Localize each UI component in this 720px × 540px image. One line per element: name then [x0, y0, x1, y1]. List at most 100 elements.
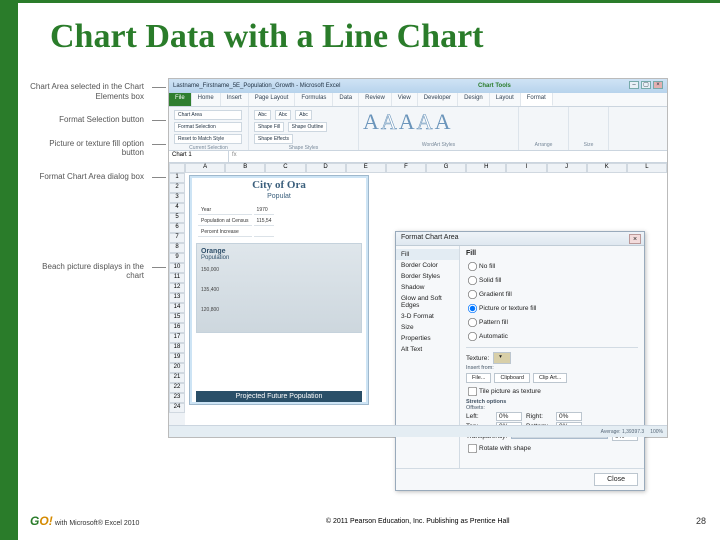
side-shadow[interactable]: Shadow	[396, 282, 459, 293]
select-all-cell[interactable]	[169, 163, 185, 173]
row-23[interactable]: 23	[169, 393, 185, 403]
sheet-body[interactable]: City of Ora Populat Year1970 Population …	[185, 173, 667, 425]
col-B[interactable]: B	[225, 163, 265, 173]
reset-style-button[interactable]: Reset to Match Style	[174, 134, 242, 144]
col-K[interactable]: K	[587, 163, 627, 173]
row-14[interactable]: 14	[169, 303, 185, 313]
shape-style-1[interactable]: Abc	[254, 110, 271, 120]
zoom-level[interactable]: 100%	[650, 429, 663, 435]
tab-file[interactable]: File	[169, 93, 192, 106]
name-box[interactable]: Chart 1	[169, 151, 229, 162]
side-fill[interactable]: Fill	[396, 249, 459, 260]
row-8[interactable]: 8	[169, 243, 185, 253]
row-1[interactable]: 1	[169, 173, 185, 183]
tab-formulas[interactable]: Formulas	[295, 93, 333, 106]
cell-pct-label: Percent Increase	[198, 228, 252, 237]
row-18[interactable]: 18	[169, 343, 185, 353]
row-2[interactable]: 2	[169, 183, 185, 193]
format-selection-button[interactable]: Format Selection	[174, 122, 242, 132]
formula-bar[interactable]: fx	[229, 151, 667, 162]
side-size[interactable]: Size	[396, 322, 459, 333]
row-15[interactable]: 15	[169, 313, 185, 323]
col-D[interactable]: D	[306, 163, 346, 173]
offset-right-input[interactable]: 0%	[556, 412, 582, 421]
maximize-button[interactable]: ▢	[641, 81, 651, 89]
row-7[interactable]: 7	[169, 233, 185, 243]
tab-data[interactable]: Data	[333, 93, 359, 106]
row-4[interactable]: 4	[169, 203, 185, 213]
tab-developer[interactable]: Developer	[418, 93, 458, 106]
row-20[interactable]: 20	[169, 363, 185, 373]
wordart-gallery[interactable]: AAAAA	[363, 109, 514, 135]
tab-layout[interactable]: Layout	[490, 93, 521, 106]
radio-picture-texture[interactable]: Picture or texture fill	[466, 302, 638, 315]
ribbon-group-wordart: AAAAA WordArt Styles	[359, 107, 519, 150]
row-19[interactable]: 19	[169, 353, 185, 363]
row-12[interactable]: 12	[169, 283, 185, 293]
col-F[interactable]: F	[386, 163, 426, 173]
radio-gradient[interactable]: Gradient fill	[466, 288, 638, 301]
row-21[interactable]: 21	[169, 373, 185, 383]
dialog-close-button[interactable]: Close	[594, 473, 638, 486]
close-button[interactable]: ×	[653, 81, 663, 89]
radio-no-fill[interactable]: No fill	[466, 260, 638, 273]
shape-style-2[interactable]: Abc	[275, 110, 292, 120]
radio-solid[interactable]: Solid fill	[466, 274, 638, 287]
row-13[interactable]: 13	[169, 293, 185, 303]
col-E[interactable]: E	[346, 163, 386, 173]
shape-fill-button[interactable]: Shape Fill	[254, 122, 284, 132]
col-J[interactable]: J	[547, 163, 587, 173]
tab-home[interactable]: Home	[192, 93, 221, 106]
side-alt[interactable]: Alt Text	[396, 344, 459, 355]
side-3d[interactable]: 3-D Format	[396, 311, 459, 322]
minimize-button[interactable]: –	[629, 81, 639, 89]
row-9[interactable]: 9	[169, 253, 185, 263]
ribbon: Chart Area Format Selection Reset to Mat…	[169, 107, 667, 151]
col-H[interactable]: H	[466, 163, 506, 173]
offsets-label: Offsets:	[466, 405, 638, 411]
shape-effects-button[interactable]: Shape Effects	[254, 134, 293, 144]
insert-clipboard-button[interactable]: Clipboard	[494, 373, 530, 383]
rotate-checkbox[interactable]: Rotate with shape	[466, 442, 638, 455]
dialog-titlebar[interactable]: Format Chart Area ×	[396, 232, 644, 246]
row-22[interactable]: 22	[169, 383, 185, 393]
row-3[interactable]: 3	[169, 193, 185, 203]
row-16[interactable]: 16	[169, 323, 185, 333]
row-11[interactable]: 11	[169, 273, 185, 283]
chart-elements-dropdown[interactable]: Chart Area	[174, 110, 242, 120]
dialog-close-icon[interactable]: ×	[629, 234, 641, 244]
offset-left-input[interactable]: 0%	[496, 412, 522, 421]
tile-checkbox[interactable]: Tile picture as texture	[466, 385, 638, 398]
col-C[interactable]: C	[265, 163, 305, 173]
insert-clipart-button[interactable]: Clip Art...	[533, 373, 567, 383]
embedded-chart[interactable]: City of Ora Populat Year1970 Population …	[189, 175, 369, 405]
tab-format[interactable]: Format	[521, 93, 553, 106]
texture-dropdown[interactable]: ▾	[493, 352, 511, 364]
row-5[interactable]: 5	[169, 213, 185, 223]
radio-pattern[interactable]: Pattern fill	[466, 316, 638, 329]
tab-view[interactable]: View	[392, 93, 418, 106]
format-chart-area-dialog: Format Chart Area × Fill Border Color Bo…	[395, 231, 645, 491]
side-border-styles[interactable]: Border Styles	[396, 271, 459, 282]
shape-outline-button[interactable]: Shape Outline	[288, 122, 328, 132]
side-border-color[interactable]: Border Color	[396, 260, 459, 271]
col-G[interactable]: G	[426, 163, 466, 173]
tab-insert[interactable]: Insert	[221, 93, 249, 106]
ribbon-group-arrange: Arrange	[519, 107, 569, 150]
side-glow[interactable]: Glow and Soft Edges	[396, 293, 459, 311]
insert-file-button[interactable]: File...	[466, 373, 491, 383]
row-24[interactable]: 24	[169, 403, 185, 413]
row-17[interactable]: 17	[169, 333, 185, 343]
tab-page-layout[interactable]: Page Layout	[249, 93, 296, 106]
tab-design[interactable]: Design	[458, 93, 490, 106]
callout-column: Chart Area selected in the Chart Element…	[30, 82, 150, 295]
col-I[interactable]: I	[506, 163, 546, 173]
row-6[interactable]: 6	[169, 223, 185, 233]
col-A[interactable]: A	[185, 163, 225, 173]
col-L[interactable]: L	[627, 163, 667, 173]
row-10[interactable]: 10	[169, 263, 185, 273]
side-properties[interactable]: Properties	[396, 333, 459, 344]
tab-review[interactable]: Review	[359, 93, 392, 106]
radio-automatic[interactable]: Automatic	[466, 330, 638, 343]
shape-style-3[interactable]: Abc	[295, 110, 312, 120]
